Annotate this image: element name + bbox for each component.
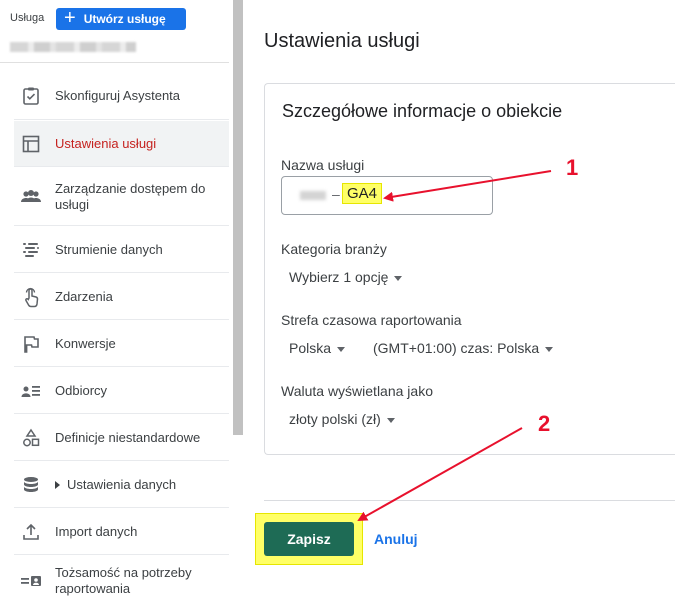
sidebar-item-label: Definicje niestandardowe bbox=[55, 429, 201, 445]
database-icon bbox=[20, 474, 42, 496]
sidebar-item-label: Strumienie danych bbox=[55, 241, 163, 257]
sidebar-item-data-settings[interactable]: Ustawienia danych bbox=[14, 462, 229, 508]
streams-icon bbox=[20, 239, 42, 261]
create-property-button[interactable]: + Utwórz usługę bbox=[56, 8, 186, 30]
people-icon bbox=[20, 186, 42, 208]
sidebar-item-label: Ustawienia danych bbox=[67, 476, 177, 492]
timezone-label: Strefa czasowa raportowania bbox=[281, 312, 462, 328]
cancel-button[interactable]: Anuluj bbox=[374, 531, 418, 547]
property-header-label: Usługa bbox=[10, 12, 45, 24]
save-button[interactable]: Zapisz bbox=[264, 522, 354, 556]
industry-category-label: Kategoria branży bbox=[281, 241, 387, 257]
dropdown-caret-icon bbox=[386, 417, 395, 423]
property-name-redacted bbox=[10, 42, 136, 52]
layout-icon bbox=[20, 133, 42, 155]
sidebar-item-label: Zdarzenia bbox=[55, 288, 113, 304]
sidebar-item-data-import[interactable]: Import danych bbox=[14, 509, 229, 555]
sidebar-item-label-wrap: Ustawienia danych bbox=[55, 477, 225, 493]
sidebar-item-data-streams[interactable]: Strumienie danych bbox=[14, 227, 229, 273]
sidebar-item-label: Tożsamość na potrzeby raportowania bbox=[55, 565, 192, 596]
currency-label: Waluta wyświetlana jako bbox=[281, 383, 433, 399]
flag-icon bbox=[20, 333, 42, 355]
form-footer-divider bbox=[264, 500, 675, 501]
sidebar-item-reporting-identity[interactable]: Tożsamość na potrzeby raportowania bbox=[14, 556, 229, 606]
id-card-icon bbox=[20, 570, 42, 592]
audience-icon bbox=[20, 380, 42, 402]
dropdown-caret-icon bbox=[394, 275, 403, 281]
sidebar-scrollbar[interactable] bbox=[233, 0, 243, 435]
sidebar-item-label: Zarządzanie dostępem do usługi bbox=[55, 180, 206, 212]
sidebar-item-conversions[interactable]: Konwersje bbox=[14, 321, 229, 367]
dropdown-caret-icon bbox=[337, 346, 346, 352]
timezone-zone-value: (GMT+01:00) czas: Polska bbox=[373, 340, 540, 356]
timezone-country-select[interactable]: Polska bbox=[289, 340, 346, 356]
sidebar-item-custom-definitions[interactable]: Definicje niestandardowe bbox=[14, 415, 229, 461]
property-name-redacted-part bbox=[300, 191, 326, 200]
card-title: Szczegółowe informacje o obiekcie bbox=[282, 101, 563, 121]
property-name-separator: – bbox=[332, 186, 340, 202]
plus-icon: + bbox=[64, 7, 76, 29]
property-name-highlight: GA4 bbox=[342, 183, 383, 204]
sidebar-item-label: Ustawienia usługi bbox=[55, 135, 157, 151]
property-name-label: Nazwa usługi bbox=[281, 157, 365, 173]
expand-arrow-icon[interactable] bbox=[55, 481, 60, 490]
currency-value: złoty polski (zł) bbox=[289, 411, 381, 427]
timezone-country-value: Polska bbox=[289, 340, 332, 356]
sidebar: Usługa + Utwórz usługę Skonfiguruj Asyst… bbox=[0, 0, 231, 608]
dropdown-caret-icon bbox=[545, 346, 554, 352]
sidebar-item-audiences[interactable]: Odbiorcy bbox=[14, 368, 229, 414]
sidebar-item-label: Odbiorcy bbox=[55, 382, 108, 398]
annotation-number-2: 2 bbox=[538, 411, 551, 436]
annotation-number-1: 1 bbox=[566, 155, 579, 180]
create-property-label: Utwórz usługę bbox=[83, 12, 166, 26]
sidebar-item-label: Skonfiguruj Asystenta bbox=[55, 88, 181, 103]
upload-icon bbox=[20, 521, 42, 543]
sidebar-item-access-management[interactable]: Zarządzanie dostępem do usługi bbox=[14, 168, 229, 226]
sidebar-item-setup-assistant[interactable]: Skonfiguruj Asystenta bbox=[14, 73, 229, 120]
sidebar-divider bbox=[0, 62, 229, 63]
shapes-icon bbox=[20, 427, 42, 449]
page-title: Ustawienia usługi bbox=[264, 30, 420, 52]
timezone-zone-select[interactable]: (GMT+01:00) czas: Polska bbox=[373, 340, 554, 356]
sidebar-item-property-settings[interactable]: Ustawienia usługi bbox=[14, 121, 229, 167]
sidebar-item-label: Konwersje bbox=[55, 335, 116, 351]
sidebar-item-label: Import danych bbox=[55, 523, 138, 539]
industry-category-value: Wybierz 1 opcję bbox=[289, 269, 389, 285]
touch-icon bbox=[20, 286, 42, 308]
industry-category-select[interactable]: Wybierz 1 opcję bbox=[289, 269, 403, 285]
sidebar-item-events[interactable]: Zdarzenia bbox=[14, 274, 229, 320]
checklist-icon bbox=[20, 85, 42, 107]
currency-select[interactable]: złoty polski (zł) bbox=[289, 411, 395, 427]
